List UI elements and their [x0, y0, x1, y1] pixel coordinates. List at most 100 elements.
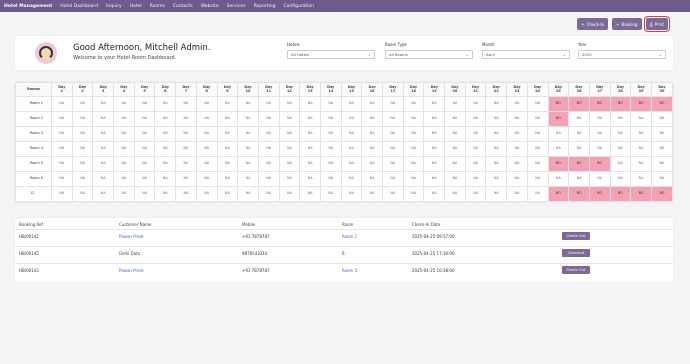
available-cell[interactable]: NA	[423, 186, 446, 202]
available-cell[interactable]: NA	[319, 141, 342, 157]
available-cell[interactable]: NA	[299, 126, 321, 142]
available-cell[interactable]: NA	[175, 141, 197, 157]
available-cell[interactable]: NA	[609, 141, 632, 157]
available-cell[interactable]: NA	[195, 141, 218, 157]
available-cell[interactable]: NA	[588, 111, 611, 127]
available-cell[interactable]: NA	[51, 111, 73, 127]
available-cell[interactable]: NA	[382, 126, 404, 142]
available-cell[interactable]: NA	[71, 111, 94, 127]
booked-cell[interactable]: BO	[568, 96, 590, 112]
available-cell[interactable]: NA	[51, 96, 73, 112]
available-cell[interactable]: NA	[92, 111, 115, 127]
booked-cell[interactable]: BO	[547, 111, 570, 127]
customer-name-link[interactable]: Pawan Preet	[119, 268, 144, 273]
booked-cell[interactable]: BO	[568, 186, 590, 202]
available-cell[interactable]: NA	[423, 156, 446, 172]
available-cell[interactable]: NA	[113, 186, 135, 202]
available-cell[interactable]: NA	[257, 96, 280, 112]
available-cell[interactable]: NA	[133, 141, 156, 157]
available-cell[interactable]: NA	[237, 156, 259, 172]
available-cell[interactable]: NA	[154, 141, 177, 157]
available-cell[interactable]: NA	[154, 126, 177, 142]
available-cell[interactable]: NA	[216, 171, 239, 187]
available-cell[interactable]: NA	[92, 141, 115, 157]
booked-cell[interactable]: BO	[588, 186, 611, 202]
available-cell[interactable]: NA	[650, 156, 674, 172]
available-cell[interactable]: NA	[237, 186, 259, 202]
available-cell[interactable]: NA	[526, 156, 549, 172]
menu-hotel-dashboard[interactable]: Hotel Dashboard	[60, 4, 98, 9]
available-cell[interactable]: NA	[319, 156, 342, 172]
available-cell[interactable]: NA	[195, 156, 218, 172]
available-cell[interactable]: NA	[547, 141, 570, 157]
customer-name-link[interactable]: Pawan Preet	[119, 234, 144, 239]
available-cell[interactable]: NA	[650, 141, 674, 157]
month-select[interactable]: April ⌄	[482, 50, 570, 59]
available-cell[interactable]: NA	[506, 126, 528, 142]
available-cell[interactable]: NA	[299, 96, 321, 112]
available-cell[interactable]: NA	[361, 156, 383, 172]
available-cell[interactable]: NA	[51, 156, 73, 172]
available-cell[interactable]: NA	[299, 171, 321, 187]
available-cell[interactable]: NA	[485, 186, 508, 202]
available-cell[interactable]: NA	[257, 126, 280, 142]
booking-button[interactable]: + Booking	[612, 18, 642, 30]
available-cell[interactable]: NA	[423, 111, 446, 127]
available-cell[interactable]: NA	[402, 171, 425, 187]
available-cell[interactable]: NA	[113, 171, 135, 187]
available-cell[interactable]: NA	[402, 156, 425, 172]
available-cell[interactable]: NA	[175, 156, 197, 172]
check-in-button[interactable]: + Check-In	[577, 18, 609, 30]
available-cell[interactable]: NA	[133, 171, 156, 187]
available-cell[interactable]: NA	[361, 186, 383, 202]
available-cell[interactable]: NA	[299, 156, 321, 172]
menu-rooms[interactable]: Rooms	[150, 4, 165, 9]
available-cell[interactable]: NA	[464, 126, 487, 142]
available-cell[interactable]: NA	[423, 171, 446, 187]
available-cell[interactable]: NA	[630, 171, 652, 187]
available-cell[interactable]: NA	[319, 126, 342, 142]
available-cell[interactable]: NA	[506, 96, 528, 112]
available-cell[interactable]: NA	[464, 186, 487, 202]
available-cell[interactable]: NA	[71, 156, 94, 172]
menu-services[interactable]: Services	[227, 4, 246, 9]
available-cell[interactable]: NA	[526, 111, 549, 127]
available-cell[interactable]: NA	[237, 96, 259, 112]
available-cell[interactable]: NA	[237, 141, 259, 157]
available-cell[interactable]: NA	[340, 171, 363, 187]
available-cell[interactable]: NA	[568, 141, 590, 157]
booked-cell[interactable]: BO	[547, 96, 570, 112]
available-cell[interactable]: NA	[195, 126, 218, 142]
available-cell[interactable]: NA	[444, 141, 466, 157]
available-cell[interactable]: NA	[71, 126, 94, 142]
available-cell[interactable]: NA	[278, 96, 301, 112]
booked-cell[interactable]: BO	[650, 186, 674, 202]
menu-reporting[interactable]: Reporting	[254, 4, 276, 9]
available-cell[interactable]: NA	[51, 141, 73, 157]
available-cell[interactable]: NA	[485, 126, 508, 142]
menu-inquiry[interactable]: Inquiry	[106, 4, 122, 9]
available-cell[interactable]: NA	[51, 186, 73, 202]
booked-cell[interactable]: BO	[588, 156, 611, 172]
available-cell[interactable]: NA	[361, 126, 383, 142]
available-cell[interactable]: NA	[278, 186, 301, 202]
available-cell[interactable]: NA	[175, 171, 197, 187]
available-cell[interactable]: NA	[257, 156, 280, 172]
available-cell[interactable]: NA	[506, 171, 528, 187]
available-cell[interactable]: NA	[361, 111, 383, 127]
booked-cell[interactable]: BO	[630, 96, 652, 112]
booked-cell[interactable]: BO	[588, 96, 611, 112]
available-cell[interactable]: NA	[216, 141, 239, 157]
available-cell[interactable]: NA	[361, 141, 383, 157]
available-cell[interactable]: NA	[133, 111, 156, 127]
available-cell[interactable]: NA	[195, 171, 218, 187]
available-cell[interactable]: NA	[71, 96, 94, 112]
available-cell[interactable]: NA	[464, 171, 487, 187]
booked-cell[interactable]: BO	[650, 96, 674, 112]
available-cell[interactable]: NA	[154, 171, 177, 187]
available-cell[interactable]: NA	[464, 111, 487, 127]
available-cell[interactable]: NA	[257, 186, 280, 202]
available-cell[interactable]: NA	[216, 156, 239, 172]
available-cell[interactable]: NA	[444, 156, 466, 172]
available-cell[interactable]: NA	[133, 156, 156, 172]
